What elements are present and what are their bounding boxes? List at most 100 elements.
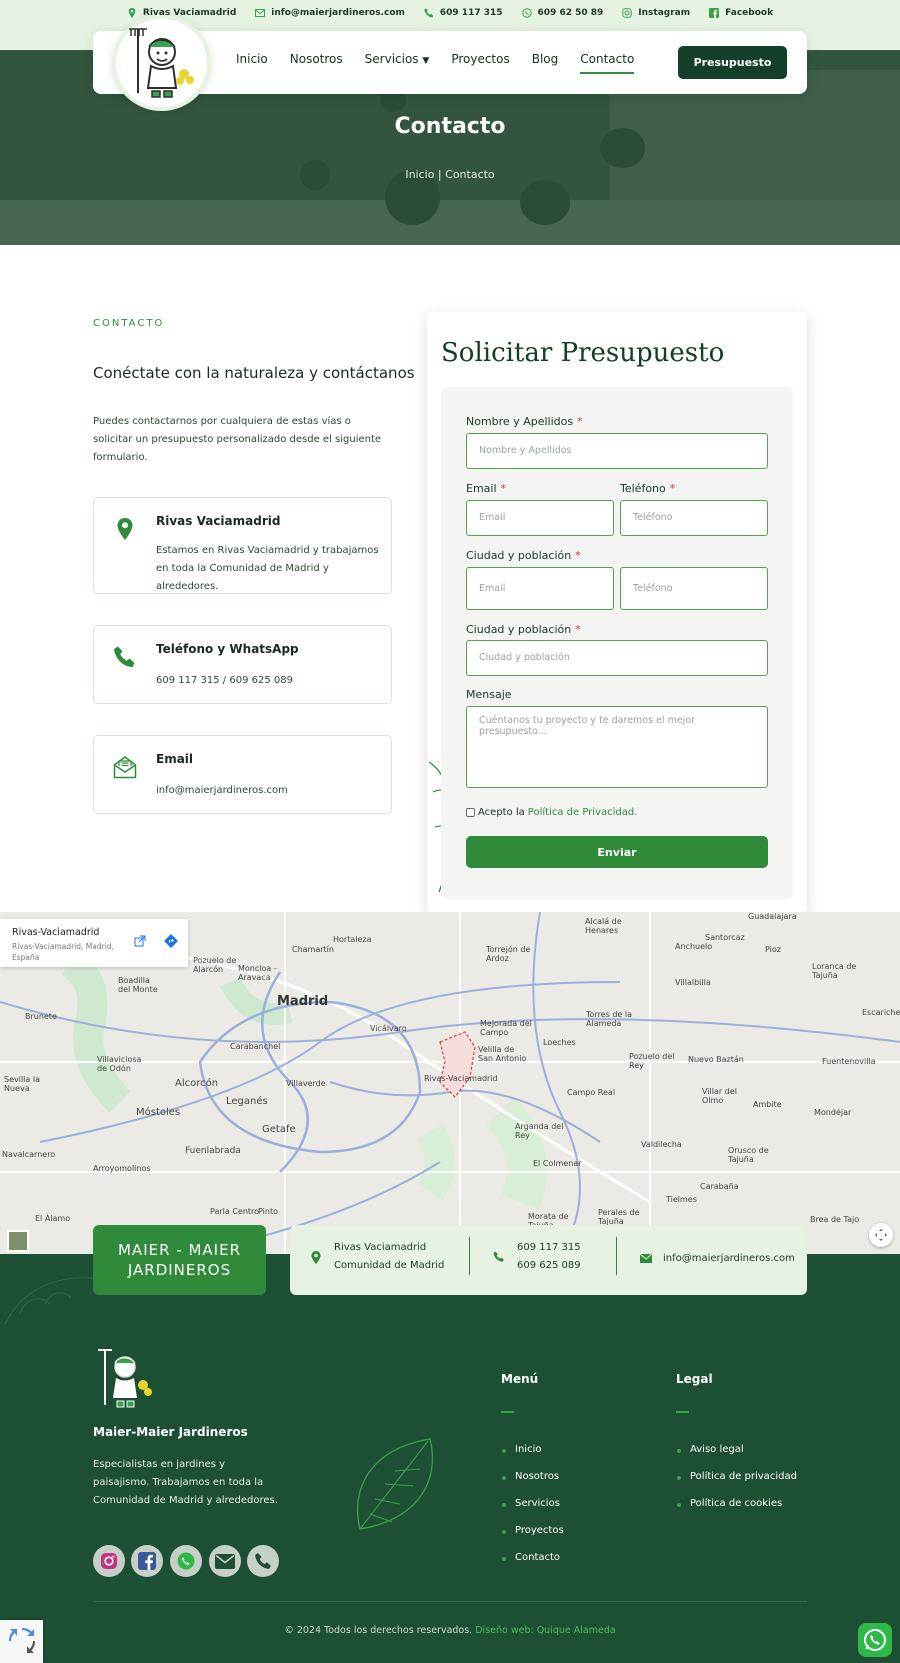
map-label-el-alamo: El Álamo	[35, 1214, 71, 1223]
footer-legal-cookies[interactable]: Política de cookies	[676, 1498, 782, 1509]
map-label-alcala: Alcalá de Henares	[585, 917, 622, 935]
social-email[interactable]	[209, 1545, 241, 1577]
nav-servicios[interactable]: Servicios ▼	[365, 52, 430, 74]
topbar-location[interactable]: Rivas Vaciamadrid	[127, 8, 236, 18]
footer-menu-nosotros[interactable]: Nosotros	[501, 1471, 559, 1482]
footer-menu-contacto[interactable]: Contacto	[501, 1552, 560, 1563]
city-label: Ciudad y población *	[466, 549, 581, 562]
city-input[interactable]: Ciudad y población	[466, 640, 768, 676]
map-label-torrejon: Torrejón de Ardoz	[486, 945, 531, 963]
nav-proyectos[interactable]: Proyectos	[451, 52, 509, 74]
social-instagram[interactable]	[93, 1545, 125, 1577]
topbar-instagram[interactable]: Instagram	[622, 8, 690, 18]
email-card-text[interactable]: info@maierjardineros.com	[156, 782, 381, 800]
submit-button[interactable]: Enviar	[466, 836, 768, 868]
topbar-whatsapp[interactable]: 609 62 50 89	[521, 8, 603, 18]
footer-menu-title: Menú	[501, 1372, 539, 1386]
map-layers-thumbnail[interactable]	[7, 1230, 29, 1252]
open-in-maps-icon[interactable]	[134, 935, 146, 947]
map-label-villar-olmo: Villar del Olmo	[702, 1087, 737, 1105]
site-logo[interactable]	[112, 15, 211, 111]
map-label-brunete: Brunete	[25, 1012, 57, 1021]
fullscreen-button[interactable]	[869, 1223, 893, 1247]
map-label-rivas: Rivas-Vaciamadrid	[424, 1074, 498, 1083]
footer-legal-aviso[interactable]: Aviso legal	[677, 1444, 744, 1455]
social-whatsapp[interactable]	[170, 1545, 202, 1577]
footer-divider	[93, 1601, 807, 1602]
instagram-icon	[622, 8, 632, 18]
footer-legal-privacidad[interactable]: Política de privacidad	[677, 1471, 797, 1482]
nav-contacto[interactable]: Contacto	[580, 52, 635, 74]
location-card-text: Estamos en Rivas Vaciamadrid y trabajamo…	[156, 545, 379, 592]
message-textarea[interactable]: Cuéntanos tu proyecto y te daremos el me…	[466, 706, 768, 788]
map-label-carabana: Carabaña	[700, 1182, 739, 1191]
required-mark: *	[575, 549, 581, 562]
phone-label-text: Teléfono	[620, 482, 666, 495]
location-card: Rivas Vaciamadrid Estamos en Rivas Vacia…	[93, 497, 392, 594]
nav-blog[interactable]: Blog	[532, 52, 559, 74]
map-label-loranca: Loranca de Tajuña	[812, 962, 857, 980]
topbar-facebook[interactable]: Facebook	[709, 8, 773, 18]
map-label-carabanchel: Carabanchel	[230, 1042, 281, 1051]
phone-label: Teléfono *	[620, 482, 675, 495]
footer-logo[interactable]	[93, 1345, 155, 1415]
phone-icon	[424, 8, 434, 18]
phone-card-text[interactable]: 609 117 315 / 609 625 089	[156, 672, 381, 690]
map-label-sevilla-nueva: Sevilla la Nueva	[4, 1075, 40, 1093]
footer-email[interactable]: info@maierjardineros.com	[663, 1250, 795, 1268]
city-row-phone-input[interactable]: Teléfono	[620, 567, 768, 610]
email-card-title: Email	[156, 752, 194, 766]
email-input[interactable]: Email	[466, 500, 614, 536]
breadcrumb[interactable]: Inicio | Contacto	[0, 168, 900, 181]
email-card: Email info@maierjardineros.com	[93, 735, 392, 814]
envelope-icon	[640, 1254, 652, 1263]
required-mark: *	[669, 482, 676, 495]
map-label-loeches: Loeches	[543, 1038, 576, 1047]
whatsapp-float-button[interactable]	[858, 1623, 892, 1657]
copyright: © 2024 Todos los derechos reservados. Di…	[0, 1625, 900, 1636]
footer-phone-1: 609 117 315	[517, 1242, 581, 1253]
designer-credit-link[interactable]: Diseño web: Quique Alameda	[475, 1625, 615, 1636]
chevron-down-icon: ▼	[422, 56, 430, 66]
required-mark: *	[500, 482, 507, 495]
footer-contact-bar: Rivas Vaciamadrid Comunidad de Madrid 60…	[290, 1225, 807, 1295]
location-card-title: Rivas Vaciamadrid	[156, 514, 281, 528]
google-map[interactable]: Madrid Alcorcón Leganés Getafe Fuenlabra…	[0, 912, 900, 1254]
footer-location: Rivas Vaciamadrid Comunidad de Madrid	[334, 1239, 444, 1275]
map-label-pozuelo-rey: Pozuelo del Rey	[629, 1052, 675, 1070]
topbar-email-text: info@maierjardineros.com	[271, 8, 405, 18]
city-label-text: Ciudad y población	[466, 549, 572, 562]
nav-servicios-label: Servicios	[364, 52, 419, 66]
phone-card: Teléfono y WhatsApp 609 117 315 / 609 62…	[93, 625, 392, 704]
quote-button[interactable]: Presupuesto	[678, 46, 787, 79]
footer-menu-servicios[interactable]: Servicios	[502, 1498, 560, 1509]
recaptcha-icon	[9, 1628, 35, 1653]
topbar-phone[interactable]: 609 117 315	[424, 8, 503, 18]
name-label: Nombre y Apellidos *	[466, 415, 583, 428]
phone-icon	[255, 1553, 271, 1569]
social-facebook[interactable]	[131, 1545, 163, 1577]
privacy-checkbox[interactable]	[466, 808, 475, 817]
footer-menu-proyectos[interactable]: Proyectos	[502, 1525, 564, 1536]
map-label-mejorada: Mejorada del Campo	[480, 1019, 532, 1037]
city-row-email-input[interactable]: Email	[466, 567, 614, 610]
name-input[interactable]: Nombre y Apellidos	[466, 433, 768, 469]
phone-input[interactable]: Teléfono	[620, 500, 768, 536]
topbar-email[interactable]: info@maierjardineros.com	[255, 8, 405, 18]
footer-phones[interactable]: 609 117 315 609 625 089	[517, 1239, 581, 1275]
directions-icon[interactable]	[164, 934, 178, 948]
message-label: Mensaje	[466, 688, 512, 701]
topbar-phone-text: 609 117 315	[439, 8, 503, 18]
nav-nosotros[interactable]: Nosotros	[290, 52, 343, 74]
map-place-address: Rivas-Vaciamadrid, Madrid, España	[12, 942, 114, 962]
social-phone[interactable]	[247, 1545, 279, 1577]
recaptcha-badge[interactable]	[0, 1620, 43, 1663]
map-label-fuenlabrada: Fuenlabrada	[185, 1146, 241, 1156]
map-label-pioz: Pioz	[765, 945, 781, 954]
map-label-boadilla: Boadilla del Monte	[118, 976, 158, 994]
map-label-campo-real: Campo Real	[567, 1088, 616, 1097]
privacy-policy-link[interactable]: Política de Privacidad.	[528, 807, 638, 818]
footer-menu-inicio[interactable]: Inicio	[501, 1444, 541, 1455]
map-label-mostoles: Móstoles	[136, 1107, 181, 1118]
nav-inicio[interactable]: Inicio	[236, 52, 268, 74]
